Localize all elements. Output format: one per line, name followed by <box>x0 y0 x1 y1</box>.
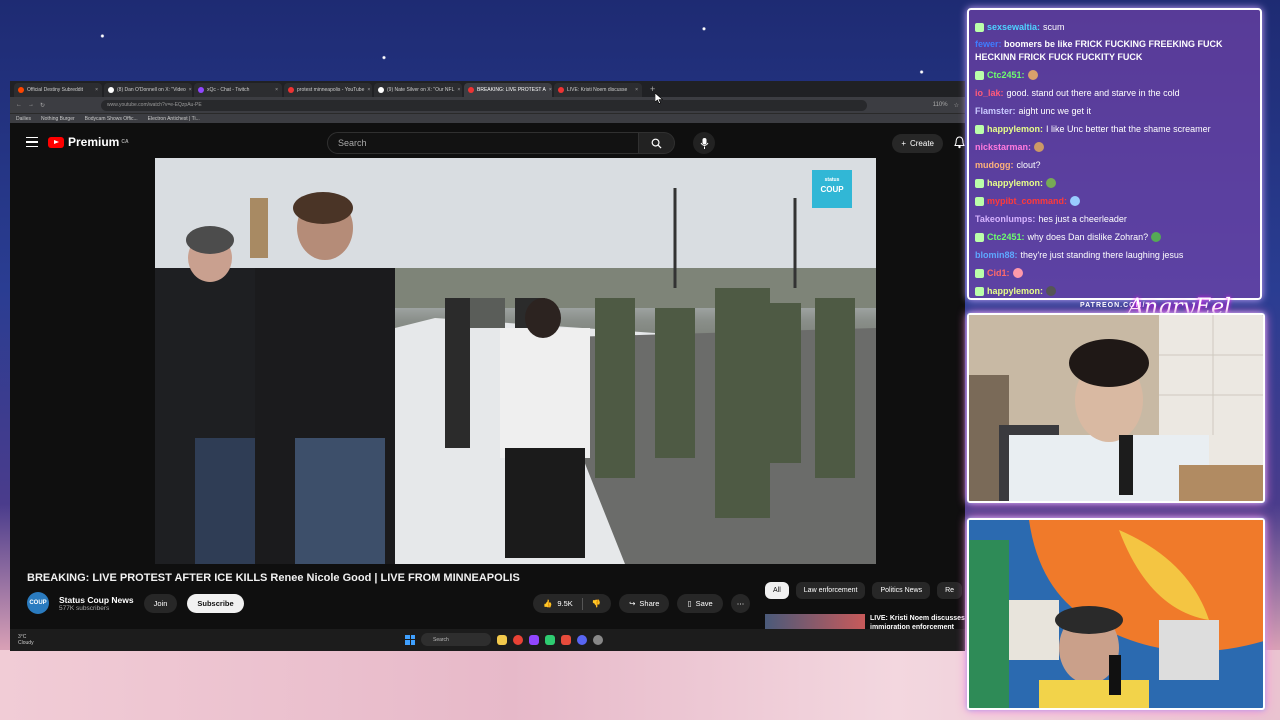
create-button[interactable]: + Create <box>892 134 943 153</box>
chat-message: happylemon: I like Unc better that the s… <box>975 120 1254 138</box>
subscriber-count: 577K subscribers <box>59 604 110 612</box>
reload-icon[interactable]: ↻ <box>40 102 45 109</box>
emote-icon <box>1046 286 1057 296</box>
emote-icon <box>1027 70 1038 80</box>
taskbar-center: Search <box>405 633 603 646</box>
windows-taskbar: 3°C Cloudy Search <box>10 629 965 651</box>
bookmark-icon: ▯ <box>687 599 692 608</box>
emote-icon <box>1070 196 1081 206</box>
webcam-feed <box>969 520 1263 708</box>
browser-window: Official Destiny Subreddit × (8) Dan O'Do… <box>10 81 965 651</box>
folder-icon[interactable] <box>497 634 507 645</box>
back-icon[interactable]: ← <box>16 102 22 108</box>
chat-message: io_lak: good. stand out there and starve… <box>975 88 1180 98</box>
bookmarks-bar: Dailies Nothing Burger Bodycam Shows Off… <box>10 113 965 123</box>
windows-start-icon[interactable] <box>405 634 415 645</box>
video-player[interactable]: status COUP <box>155 158 876 564</box>
forward-icon[interactable]: → <box>28 102 34 108</box>
video-actions: 👍 9.5K 👎 ↪ Share ▯ Save ⋯ <box>533 594 751 613</box>
thumbs-down-icon[interactable]: 👎 <box>592 599 601 608</box>
emote-icon <box>1012 268 1023 278</box>
browser-tab-active[interactable]: BREAKING: LIVE PROTEST A × <box>464 83 552 97</box>
plus-icon: + <box>901 139 906 148</box>
browser-tab[interactable]: LIVE: Kristi Noem discusse × <box>554 83 642 97</box>
chat-message: mudogg: clout? <box>975 160 1041 170</box>
chat-message: sexsewaltia: scum <box>975 18 1254 36</box>
browser-tab[interactable]: protest minneapolis - YouTube × <box>284 83 372 97</box>
thumbs-up-icon: 👍 <box>543 599 553 608</box>
app-icon[interactable] <box>561 634 571 645</box>
chip-all[interactable]: All <box>765 582 789 599</box>
chip[interactable]: Politics News <box>872 582 931 599</box>
bookmark[interactable]: Electron Antichest | Ti... <box>148 116 200 122</box>
channel-avatar[interactable]: COUP <box>27 592 49 614</box>
related-chips: All Law enforcement Politics News Re <box>765 582 963 599</box>
chat-message: happylemon: <box>975 174 1254 192</box>
youtube-logo[interactable]: Premium CA <box>48 135 129 149</box>
chrome-icon[interactable] <box>513 634 523 645</box>
app-icon[interactable] <box>545 634 555 645</box>
emote-icon <box>1046 178 1057 188</box>
search-button[interactable] <box>639 132 675 154</box>
weather-widget[interactable]: 3°C Cloudy <box>18 634 34 646</box>
subscribe-button[interactable]: Subscribe <box>187 593 244 613</box>
browser-tab[interactable]: (9) Nate Silver on X: "Our NFL × <box>374 83 462 97</box>
join-button[interactable]: Join <box>143 593 178 613</box>
mouse-cursor-icon <box>655 93 663 104</box>
browser-tab[interactable]: Official Destiny Subreddit × <box>14 83 102 97</box>
webcam-feed <box>969 315 1263 501</box>
search-input[interactable] <box>327 132 639 154</box>
bookmark[interactable]: Nothing Burger <box>41 116 75 122</box>
more-actions-button[interactable]: ⋯ <box>730 594 751 613</box>
browser-tab[interactable]: xQc - Chat - Twitch × <box>194 83 282 97</box>
webcam-streamer <box>967 313 1265 503</box>
browser-tab[interactable]: (8) Dan O'Donnell on X: "Video × <box>104 83 192 97</box>
emote-icon <box>1034 142 1045 152</box>
star-icon[interactable]: ☆ <box>954 102 959 109</box>
address-bar[interactable]: www.youtube.com/watch?v=e-EQzpAu-PE <box>101 99 867 111</box>
chat-message: Ctc2451: why does Dan dislike Zohran? <box>975 228 1254 246</box>
like-button[interactable]: 👍 9.5K 👎 <box>533 594 612 613</box>
emote-icon <box>1151 232 1162 242</box>
chat-message: mypibt_command: <box>975 192 1254 210</box>
webcam-guest <box>967 518 1265 710</box>
share-button[interactable]: ↪ Share <box>619 594 670 613</box>
video-title: BREAKING: LIVE PROTEST AFTER ICE KILLS R… <box>27 572 520 584</box>
chat-message: Flamster: aight unc we get it <box>975 106 1092 116</box>
channel-info: Status Coup News 577K subscribers <box>59 595 134 612</box>
save-button[interactable]: ▯ Save <box>677 594 723 613</box>
menu-icon[interactable] <box>26 136 38 148</box>
zoom-indicator[interactable]: 110% <box>933 102 948 108</box>
bookmark[interactable]: Dailies <box>16 116 31 122</box>
chat-message: nickstarman: <box>975 138 1254 156</box>
channel-watermark: status COUP <box>812 170 852 208</box>
microphone-icon <box>700 137 708 149</box>
notifications-bell-icon[interactable] <box>954 136 965 149</box>
bookmark[interactable]: Bodycam Shows Offic... <box>85 116 138 122</box>
settings-icon[interactable] <box>593 634 603 645</box>
voice-search-button[interactable] <box>693 132 715 154</box>
channel-name[interactable]: Status Coup News <box>59 595 134 605</box>
channel-row: COUP Status Coup News 577K subscribers J… <box>27 592 244 614</box>
taskbar-search[interactable]: Search <box>421 633 491 646</box>
chat-message: Ctc2451: <box>975 66 1254 84</box>
chat-message: blomin88: they're just standing there la… <box>975 250 1184 260</box>
app-icon[interactable] <box>529 634 539 645</box>
chip[interactable]: Re <box>937 582 963 599</box>
search-box <box>327 132 675 154</box>
chip[interactable]: Law enforcement <box>795 582 866 599</box>
stream-chat: sexsewaltia: scum fewer: boomers be like… <box>967 8 1262 300</box>
tab-bar: Official Destiny Subreddit × (8) Dan O'Do… <box>10 81 965 97</box>
discord-icon[interactable] <box>577 634 587 645</box>
address-row: ← → ↻ www.youtube.com/watch?v=e-EQzpAu-P… <box>10 97 965 113</box>
video-frame <box>155 158 876 564</box>
chat-message: fewer: boomers be like FRICK FUCKING FRE… <box>975 39 1223 62</box>
share-icon: ↪ <box>629 599 636 608</box>
chat-message: Cid1: <box>975 264 1254 282</box>
chat-message: Takeonlumps: hes just a cheerleader <box>975 214 1127 224</box>
youtube-header: Premium CA +Create <box>10 123 965 161</box>
search-icon <box>651 138 662 149</box>
youtube-play-icon <box>48 136 64 148</box>
